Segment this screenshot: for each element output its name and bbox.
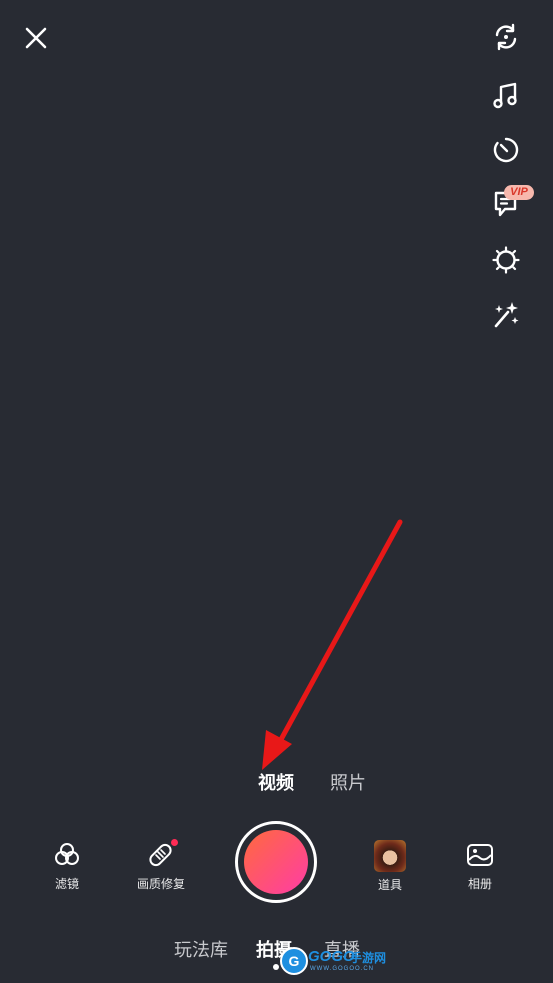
enhance-button[interactable]: 画质修复 — [126, 839, 196, 892]
watermark-brand: GOGO — [308, 948, 355, 965]
watermark-name: 手游网 — [350, 951, 387, 965]
enhance-icon — [146, 839, 178, 870]
filter-label: 滤镜 — [54, 877, 79, 891]
filter-button[interactable]: 滤镜 — [32, 840, 102, 892]
album-button[interactable]: 相册 — [445, 840, 515, 892]
nav-tab-library[interactable]: 玩法库 — [174, 936, 228, 962]
album-label: 相册 — [467, 877, 492, 891]
props-thumbnail — [374, 840, 406, 872]
watermark-url: WWW.GOGOO.CN — [310, 966, 374, 972]
album-icon — [465, 840, 495, 870]
props-button[interactable]: 道具 — [355, 840, 425, 893]
notification-dot — [171, 839, 178, 846]
watermark: G GOGO 手游网 WWW.GOGOO.CN — [280, 947, 390, 975]
enhance-label: 画质修复 — [136, 877, 185, 891]
props-label: 道具 — [377, 878, 402, 892]
record-button-core — [244, 830, 308, 894]
nav-selected-dot — [273, 964, 279, 970]
mode-tab-photo[interactable]: 照片 — [330, 769, 366, 795]
filter-icon — [52, 840, 82, 870]
record-button[interactable] — [235, 821, 317, 903]
mode-tab-video[interactable]: 视频 — [258, 769, 294, 795]
watermark-logo: G — [280, 947, 308, 975]
